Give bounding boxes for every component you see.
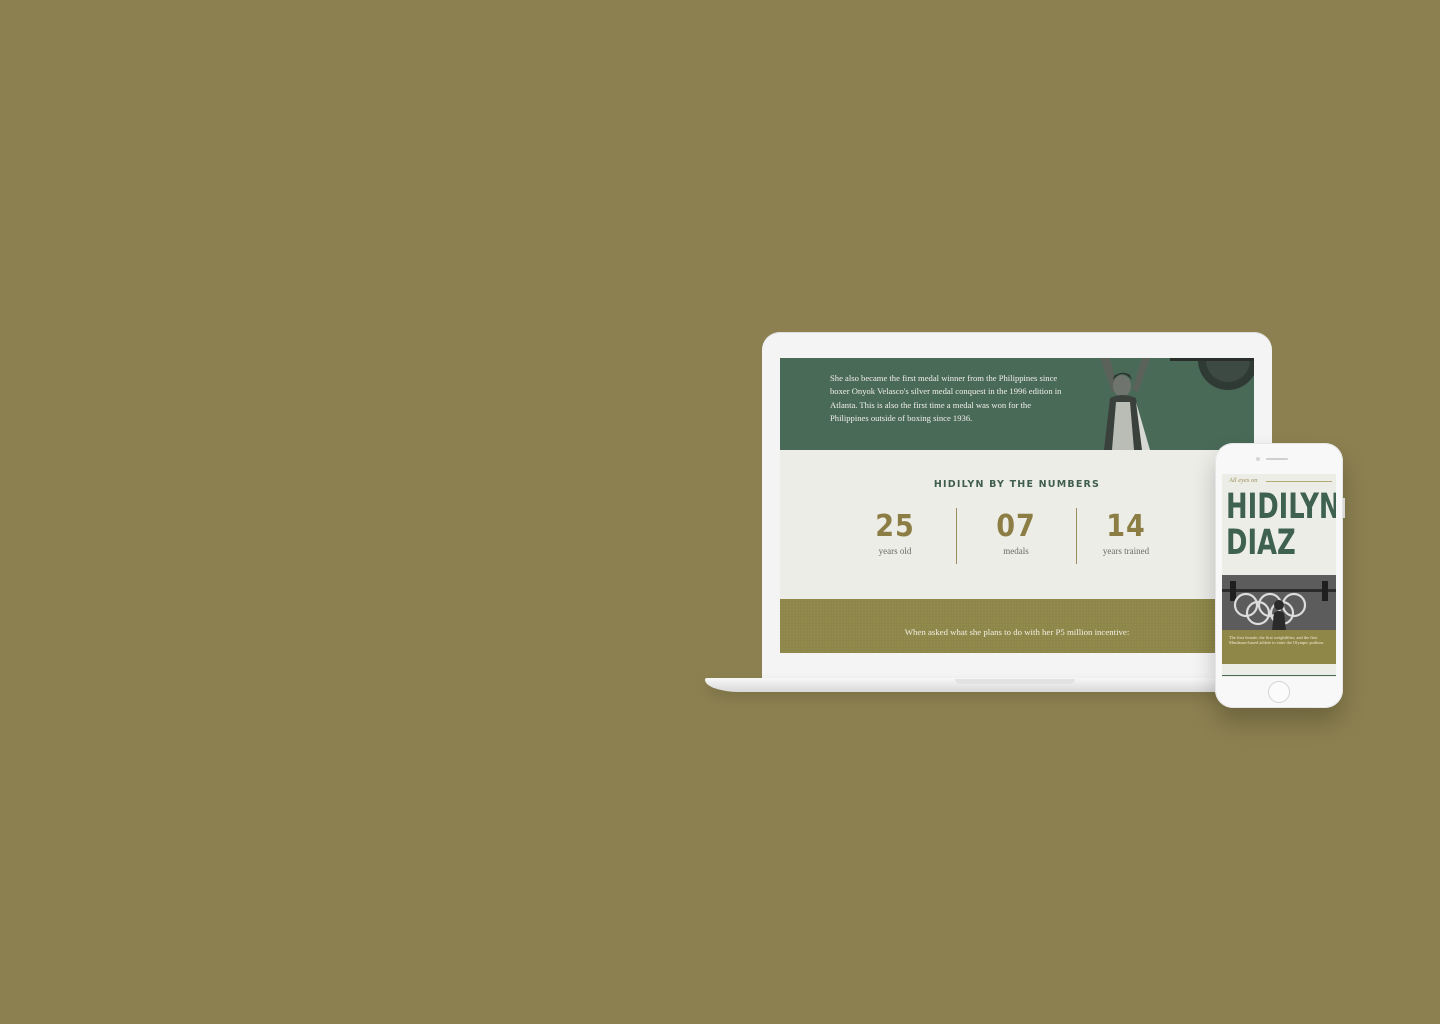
phone-title-line2: DIAZ [1226, 523, 1296, 563]
stat-medals: 07 medals [961, 509, 1071, 557]
stat-age: 25 years old [840, 509, 950, 557]
stat-value: 25 [875, 509, 915, 544]
phone-title-line1: HIDILYN [1226, 487, 1336, 527]
laptop-notch [955, 679, 1075, 684]
phone-divider [1222, 675, 1336, 676]
stat-value: 07 [996, 509, 1036, 544]
quote-section: When asked what she plans to do with her… [780, 599, 1254, 653]
phone-home-button[interactable] [1268, 681, 1290, 703]
phone-screen: All eyes on HIDILYN DIAZ The first femal… [1222, 474, 1336, 677]
stat-value: 14 [1106, 509, 1146, 544]
stat-label: years old [878, 546, 912, 556]
phone-caption-block: The first female, the first weightlifter… [1222, 630, 1336, 664]
stat-label: years trained [1102, 546, 1150, 556]
stats-title: HIDILYN BY THE NUMBERS [933, 479, 1101, 490]
stat-divider [956, 508, 957, 564]
hero-paragraph: She also became the first medal winner f… [830, 373, 1062, 424]
phone-title: HIDILYN DIAZ [1226, 487, 1336, 563]
stat-years-trained: 14 years trained [1071, 509, 1181, 557]
quote-text: When asked what she plans to do with her… [904, 627, 1130, 637]
phone-camera [1256, 457, 1260, 461]
weightlifter-photo [1080, 358, 1254, 450]
phone-caption: The first female, the first weightlifter… [1229, 635, 1324, 646]
laptop-screen: She also became the first medal winner f… [780, 358, 1254, 653]
stats-section: HIDILYN BY THE NUMBERS 25 years old 07 m… [780, 450, 1254, 599]
phone-speaker [1266, 458, 1288, 460]
olympic-rings-photo [1222, 575, 1336, 630]
stat-label: medals [1003, 546, 1029, 556]
phone-rule [1266, 481, 1332, 482]
hero-section: She also became the first medal winner f… [780, 358, 1254, 450]
phone-side-button [1343, 498, 1345, 518]
phone-eyebrow: All eyes on [1229, 477, 1258, 484]
